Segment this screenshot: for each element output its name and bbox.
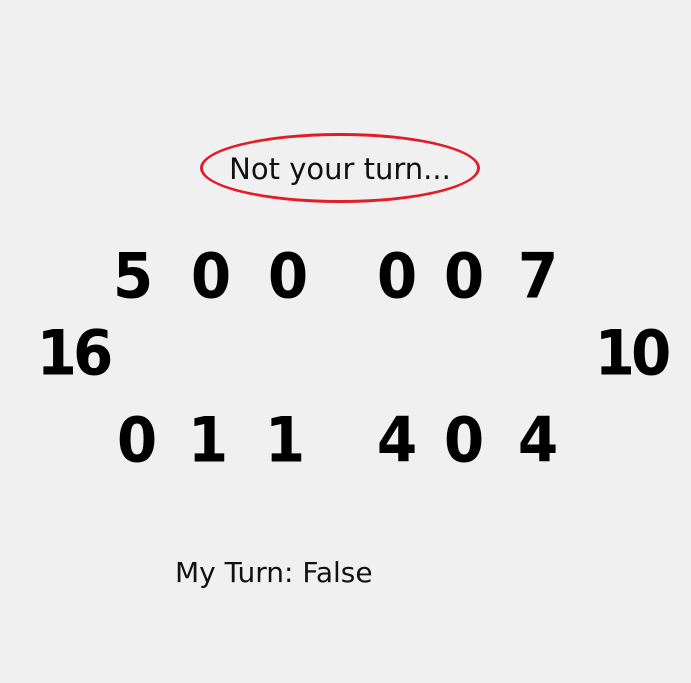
bottom-pit-1[interactable]: 0	[107, 408, 167, 473]
game-window: Not your turn... 5 0 0 0 0 7 16 10 0 1 1…	[0, 0, 691, 683]
top-pit-1[interactable]: 5	[103, 244, 163, 309]
top-pit-2[interactable]: 0	[181, 244, 241, 309]
bottom-pit-3[interactable]: 1	[255, 408, 315, 473]
right-store: 10	[594, 316, 672, 390]
bottom-pit-4[interactable]: 4	[367, 408, 427, 473]
top-pit-3[interactable]: 0	[258, 244, 318, 309]
bottom-pit-2[interactable]: 1	[178, 408, 238, 473]
bottom-pit-6[interactable]: 4	[508, 408, 568, 473]
status-message: Not your turn...	[229, 152, 451, 186]
turn-indicator: My Turn: False	[175, 556, 373, 589]
top-pit-5[interactable]: 0	[434, 244, 494, 309]
top-pit-6[interactable]: 7	[508, 244, 568, 309]
bottom-pit-5[interactable]: 0	[434, 408, 494, 473]
left-store: 16	[36, 316, 114, 390]
top-pit-4[interactable]: 0	[367, 244, 427, 309]
